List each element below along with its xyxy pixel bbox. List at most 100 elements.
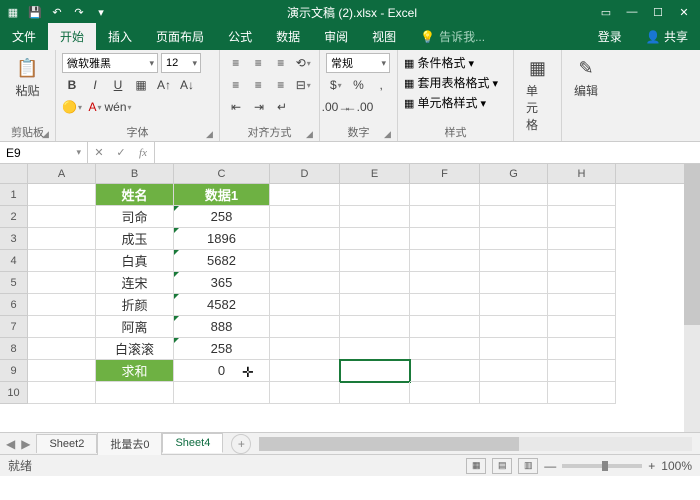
cell[interactable] — [270, 316, 340, 338]
border-button[interactable]: ▦ — [131, 75, 151, 95]
row-header[interactable]: 4 — [0, 250, 28, 272]
cell[interactable] — [410, 382, 480, 404]
cell[interactable] — [270, 250, 340, 272]
cell[interactable]: 折颜 — [96, 294, 174, 316]
cell[interactable] — [270, 206, 340, 228]
row-header[interactable]: 8 — [0, 338, 28, 360]
cell[interactable]: 白滚滚 — [96, 338, 174, 360]
italic-button[interactable]: I — [85, 75, 105, 95]
row-header[interactable]: 3 — [0, 228, 28, 250]
cell[interactable] — [480, 338, 548, 360]
cell[interactable] — [548, 338, 616, 360]
cell[interactable]: 4582 — [174, 294, 270, 316]
edit-button[interactable]: ✎编辑 — [568, 52, 604, 103]
cell[interactable]: 888 — [174, 316, 270, 338]
cell[interactable] — [480, 272, 548, 294]
tab-data[interactable]: 数据 — [264, 23, 312, 50]
row-header[interactable]: 7 — [0, 316, 28, 338]
cell[interactable] — [410, 338, 480, 360]
col-header[interactable]: B — [96, 164, 174, 183]
number-format-select[interactable]: 常规 — [326, 53, 390, 73]
login-button[interactable]: 登录 — [586, 23, 634, 50]
sheet-nav-prev-icon[interactable]: ◀ — [6, 437, 15, 451]
page-break-view-icon[interactable]: ▥ — [518, 458, 538, 474]
align-middle-icon[interactable]: ≡ — [249, 53, 269, 73]
align-left-icon[interactable]: ≡ — [226, 75, 246, 95]
cell[interactable] — [270, 184, 340, 206]
cell[interactable]: 5682 — [174, 250, 270, 272]
clipboard-launcher-icon[interactable]: ◢ — [42, 129, 52, 139]
cell[interactable]: 258 — [174, 338, 270, 360]
zoom-out-icon[interactable]: ― — [544, 459, 556, 473]
wrap-text-icon[interactable]: ↵ — [272, 97, 292, 117]
cell[interactable] — [270, 360, 340, 382]
normal-view-icon[interactable]: ▦ — [466, 458, 486, 474]
cell[interactable] — [548, 250, 616, 272]
increase-decimal-icon[interactable]: .00→ — [326, 97, 346, 117]
cell[interactable] — [480, 316, 548, 338]
minimize-icon[interactable]: ― — [620, 2, 644, 22]
qat-more-icon[interactable]: ▾ — [92, 3, 110, 21]
cell[interactable] — [28, 272, 96, 294]
cell[interactable]: 阿离 — [96, 316, 174, 338]
increase-font-icon[interactable]: A↑ — [154, 75, 174, 95]
fill-color-button[interactable]: 🟡 — [62, 97, 82, 117]
cell[interactable] — [174, 382, 270, 404]
merge-icon[interactable]: ⊟ — [294, 75, 314, 95]
cell[interactable] — [410, 294, 480, 316]
cell[interactable] — [270, 338, 340, 360]
share-button[interactable]: 👤 共享 — [634, 23, 700, 50]
cell[interactable] — [340, 382, 410, 404]
cells-button[interactable]: ▦单元格 — [520, 52, 555, 137]
cell[interactable]: 数据1 — [174, 184, 270, 206]
col-header[interactable]: H — [548, 164, 616, 183]
cell[interactable] — [548, 360, 616, 382]
align-right-icon[interactable]: ≡ — [271, 75, 291, 95]
page-layout-view-icon[interactable]: ▤ — [492, 458, 512, 474]
col-header[interactable]: G — [480, 164, 548, 183]
cell[interactable] — [28, 250, 96, 272]
cell[interactable] — [340, 184, 410, 206]
cell[interactable] — [270, 294, 340, 316]
cell[interactable] — [28, 338, 96, 360]
formula-bar[interactable] — [154, 142, 700, 163]
col-header[interactable]: A — [28, 164, 96, 183]
tab-file[interactable]: 文件 — [0, 23, 48, 50]
save-icon[interactable]: 💾 — [26, 3, 44, 21]
cell[interactable]: 0 — [174, 360, 270, 382]
vertical-scrollbar[interactable] — [684, 164, 700, 432]
cell[interactable] — [28, 294, 96, 316]
cell[interactable] — [480, 228, 548, 250]
cell[interactable]: 成玉 — [96, 228, 174, 250]
ribbon-options-icon[interactable]: ▭ — [594, 2, 618, 22]
sheet-tab[interactable]: 批量去0 — [97, 432, 162, 455]
cell[interactable] — [410, 316, 480, 338]
cell[interactable] — [480, 360, 548, 382]
format-table-button[interactable]: ▦ 套用表格格式 ▾ — [404, 74, 498, 91]
cell[interactable] — [340, 272, 410, 294]
cell[interactable] — [410, 184, 480, 206]
align-bottom-icon[interactable]: ≡ — [271, 53, 291, 73]
col-header[interactable]: C — [174, 164, 270, 183]
zoom-slider[interactable] — [562, 464, 642, 468]
cell[interactable] — [410, 250, 480, 272]
cell[interactable]: 连宋 — [96, 272, 174, 294]
cancel-formula-icon[interactable]: ✕ — [88, 142, 110, 163]
tab-view[interactable]: 视图 — [360, 23, 408, 50]
cell[interactable] — [28, 316, 96, 338]
indent-decrease-icon[interactable]: ⇤ — [226, 97, 246, 117]
col-header[interactable]: D — [270, 164, 340, 183]
zoom-level[interactable]: 100% — [661, 459, 692, 473]
cell[interactable] — [410, 228, 480, 250]
cell[interactable] — [270, 228, 340, 250]
conditional-format-button[interactable]: ▦ 条件格式 ▾ — [404, 54, 474, 71]
row-header[interactable]: 2 — [0, 206, 28, 228]
align-center-icon[interactable]: ≡ — [249, 75, 269, 95]
cell[interactable] — [340, 338, 410, 360]
cell[interactable] — [548, 272, 616, 294]
cell[interactable]: 司命 — [96, 206, 174, 228]
cell[interactable] — [270, 272, 340, 294]
cell[interactable] — [28, 360, 96, 382]
cell[interactable]: 365 — [174, 272, 270, 294]
number-launcher-icon[interactable]: ◢ — [384, 129, 394, 139]
